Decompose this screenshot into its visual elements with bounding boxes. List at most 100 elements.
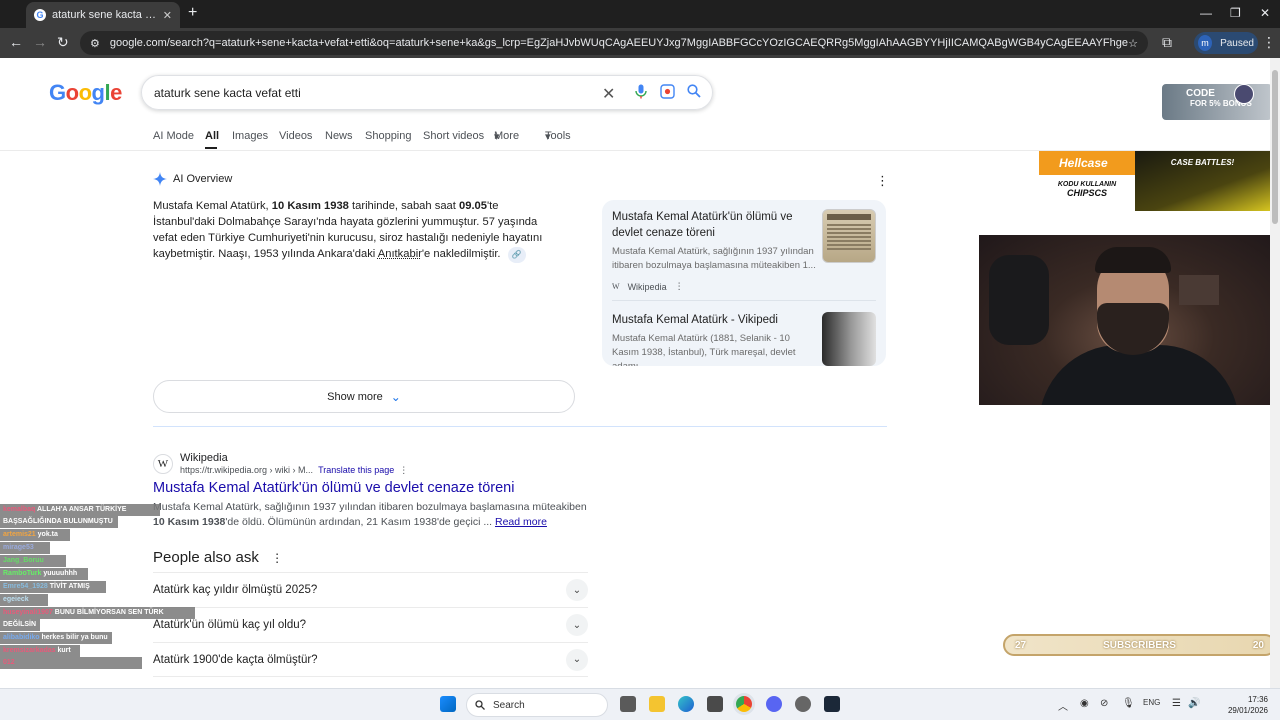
maximize-icon[interactable]: ❐ <box>1230 6 1241 20</box>
paa-question[interactable]: Atatürk 1900'de kaçta ölmüştür? ⌄ <box>153 642 588 677</box>
chat-user: Emre54_1928 <box>3 583 48 590</box>
anitkabir-link[interactable]: Anıtkabir <box>378 248 422 260</box>
lens-icon[interactable] <box>660 84 675 102</box>
tab-shopping[interactable]: Shopping <box>365 130 412 142</box>
taskbar-search[interactable]: Search <box>466 693 608 717</box>
chat-user: RamboTurk <box>3 570 42 577</box>
ai-source-card[interactable]: Mustafa Kemal Atatürk - Vikipedi Mustafa… <box>612 312 882 366</box>
source-name: Wikipedia <box>627 281 667 292</box>
chat-text: TİVİT ATMIŞ <box>49 583 90 590</box>
profile-button[interactable]: m Paused <box>1194 32 1258 54</box>
chat-message: artemis21 yok.ta <box>0 529 70 541</box>
tab-ai-mode[interactable]: AI Mode <box>153 130 194 142</box>
profile-avatar: m <box>1198 35 1213 51</box>
site-info-icon[interactable]: ⚙ <box>90 37 100 50</box>
tab-images[interactable]: Images <box>232 130 268 142</box>
bookmark-star-icon[interactable]: ☆ <box>1128 37 1138 50</box>
source-menu-icon[interactable]: ⋮ <box>675 281 684 292</box>
hellcase-logo: Hellcase <box>1039 151 1135 175</box>
link-chip-icon[interactable]: 🔗 <box>507 247 526 263</box>
clock-date: 29/01/2026 <box>1227 706 1268 715</box>
chat-message: huseyinali1907 BUNU BİLMİYORSAN SEN TÜRK <box>0 607 195 619</box>
hellcase-code: KODU KULLANIN CHIPSCS <box>1039 175 1135 211</box>
hellcase-code-label: KODU KULLANIN <box>1057 181 1117 188</box>
source-title: Mustafa Kemal Atatürk - Vikipedi <box>612 314 778 326</box>
chat-message: alibabidiko herkes bilir ya bunu <box>0 632 112 644</box>
chat-text: BUNU BİLMİYORSAN SEN TÜRK <box>54 609 164 616</box>
obs-icon[interactable] <box>795 696 811 712</box>
background-figure <box>989 255 1049 345</box>
chat-message: 012 <box>0 657 142 669</box>
task-view-icon[interactable] <box>620 696 636 712</box>
subs-label: SUBSCRIBERS <box>1103 639 1176 651</box>
tab-close-icon[interactable]: ✕ <box>163 9 172 22</box>
subs-count-left: 27 <box>1015 639 1027 651</box>
minimize-icon[interactable]: — <box>1200 6 1212 20</box>
chat-user: 012 <box>3 659 15 666</box>
chat-user: huseyinali1907 <box>3 609 53 616</box>
address-url: google.com/search?q=ataturk+sene+kacta+v… <box>109 37 1128 49</box>
result-title-link[interactable]: Mustafa Kemal Atatürk'ün ölümü ve devlet… <box>153 480 514 496</box>
source-snippet: Mustafa Kemal Atatürk, sağlığının 1937 y… <box>612 246 816 271</box>
network-tray-icon[interactable]: ⊘ <box>1100 698 1108 709</box>
search-input[interactable] <box>154 85 584 100</box>
store-icon[interactable] <box>707 696 723 712</box>
result-menu-icon[interactable]: ⋮ <box>399 465 408 475</box>
profile-status: Paused <box>1220 37 1254 49</box>
clear-search-icon[interactable]: ✕ <box>602 84 615 104</box>
tab-all[interactable]: All <box>205 130 219 142</box>
taskbar-clock[interactable]: 17:36 29/01/2026 <box>1228 694 1268 716</box>
new-tab-button[interactable]: + <box>188 5 197 21</box>
chevron-down-icon: ▾ <box>494 131 500 143</box>
google-logo[interactable]: Google <box>49 80 122 106</box>
volume-icon[interactable]: 🔊 <box>1188 698 1200 709</box>
steam-icon[interactable] <box>824 696 840 712</box>
chat-message: BAŞSAĞLIĞINDA BULUNMUŞTU <box>0 516 118 528</box>
browser-tab[interactable]: G ataturk sene kacta vefat etti - G ✕ <box>26 2 180 28</box>
chrome-icon[interactable] <box>736 696 752 712</box>
translate-link[interactable]: Translate this page <box>318 465 394 475</box>
show-more-button[interactable]: Show more ⌄ <box>153 380 575 413</box>
extensions-icon[interactable]: ⧉ <box>1162 34 1172 51</box>
address-bar[interactable]: ⚙ google.com/search?q=ataturk+sene+kacta… <box>80 31 1148 55</box>
browser-menu-icon[interactable]: ⋮ <box>1262 34 1276 51</box>
forward-icon[interactable]: → <box>33 34 47 50</box>
tab-title: ataturk sene kacta vefat etti - G <box>52 9 157 21</box>
ai-sources-panel: Mustafa Kemal Atatürk'ün ölümü ve devlet… <box>602 200 886 366</box>
reload-icon[interactable]: ↻ <box>57 34 69 51</box>
search-box: ✕ <box>141 75 713 110</box>
webcam-overlay <box>979 235 1280 405</box>
chat-message: kremsizarkadas kurt <box>0 645 80 657</box>
background-frame <box>1179 275 1219 305</box>
ai-overview-menu-icon[interactable]: ⋮ <box>876 173 889 189</box>
wikipedia-icon: W <box>153 454 173 474</box>
scrollbar-thumb[interactable] <box>1272 70 1278 224</box>
logo-letter: G <box>49 80 66 105</box>
windows-start-icon[interactable] <box>440 696 456 712</box>
paa-question[interactable]: Atatürk kaç yıldır ölmüştü 2025? ⌄ <box>153 572 588 607</box>
microphone-tray-icon[interactable]: 🎙 <box>1122 698 1135 709</box>
tab-short-videos[interactable]: Short videos <box>423 130 484 142</box>
ai-overview-title: AI Overview <box>173 173 233 185</box>
tab-news[interactable]: News <box>325 130 353 142</box>
close-window-icon[interactable]: ✕ <box>1260 6 1270 20</box>
tab-videos[interactable]: Videos <box>279 130 312 142</box>
wifi-icon[interactable]: ☰ <box>1172 698 1181 709</box>
result-site-name[interactable]: Wikipedia <box>180 452 228 464</box>
edge-icon[interactable] <box>678 696 694 712</box>
paa-question[interactable]: Atatürk'ün ölümü kaç yıl oldu? ⌄ <box>153 607 588 642</box>
file-explorer-icon[interactable] <box>649 696 665 712</box>
language-indicator[interactable]: ENG <box>1143 698 1160 707</box>
search-icon[interactable] <box>687 84 701 101</box>
ai-text-part: Mustafa Kemal Atatürk, <box>153 200 272 212</box>
chevron-down-icon: ⌄ <box>566 614 588 636</box>
tray-chevron-up-icon[interactable]: ︿ <box>1058 698 1068 713</box>
back-icon[interactable]: ← <box>9 34 23 50</box>
ai-source-card[interactable]: Mustafa Kemal Atatürk'ün ölümü ve devlet… <box>612 209 882 292</box>
hellcase-ad: Hellcase KODU KULLANIN CHIPSCS CASE BATT… <box>1039 151 1270 211</box>
discord-tray-icon[interactable]: ◉ <box>1080 698 1089 709</box>
read-more-link[interactable]: Read more <box>495 516 547 528</box>
microphone-icon[interactable] <box>635 84 647 102</box>
discord-icon[interactable] <box>766 696 782 712</box>
paa-menu-icon[interactable]: ⋮ <box>271 551 283 565</box>
